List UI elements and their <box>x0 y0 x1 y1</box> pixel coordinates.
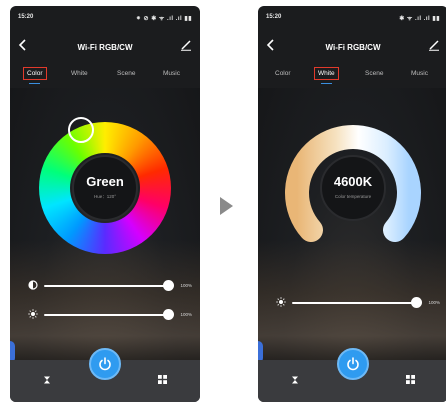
hue-value: Hue：120° <box>93 194 117 199</box>
tab-color[interactable]: Color <box>272 68 294 79</box>
color-picker-handle[interactable] <box>68 117 94 143</box>
sun-icon <box>28 309 38 319</box>
status-icons: ⁕ ⊘ ✱ ᯤ .ıl .ıl ▮▮ <box>135 16 192 22</box>
power-button[interactable] <box>337 348 369 380</box>
brightness-percent: 100% <box>428 300 440 305</box>
sun-icon <box>276 297 286 307</box>
tab-label: Color <box>27 70 43 77</box>
tab-label: Scene <box>365 70 384 77</box>
pencil-icon[interactable] <box>180 39 192 51</box>
slider-track <box>44 285 168 287</box>
page-title: Wi-Fi RGB/CW <box>325 43 381 52</box>
tab-label: Scene <box>117 70 136 77</box>
slider-track <box>292 302 416 304</box>
tab-scene[interactable]: Scene <box>114 68 138 79</box>
status-icons: ✱ ᯤ .ıl .ıl ▮▮ <box>399 16 440 22</box>
power-icon <box>347 357 359 371</box>
room-background <box>10 240 200 360</box>
tab-bar: Color White Scene Music <box>10 64 200 88</box>
tab-underline <box>29 82 41 84</box>
color-name: Green <box>86 174 124 189</box>
saturation-percent: 100% <box>180 312 192 317</box>
slider-knob[interactable] <box>410 297 422 308</box>
half-circle-icon <box>28 280 38 290</box>
tab-music[interactable]: Music <box>160 68 183 79</box>
tab-label: White <box>71 70 88 77</box>
phone-white-screen: 15:20 ✱ ᯤ .ıl .ıl ▮▮ Wi-Fi RGB/CW Color … <box>258 6 446 402</box>
brightness-slider[interactable]: 100% <box>28 279 192 293</box>
temperature-readout: 4600K Color temperature <box>320 155 386 221</box>
grid-icon[interactable] <box>406 375 415 384</box>
grid-icon[interactable] <box>158 375 167 384</box>
status-time: 15:20 <box>266 14 282 20</box>
tab-color[interactable]: Color <box>23 67 47 84</box>
brightness-percent: 100% <box>180 283 192 288</box>
status-bar: 15:20 ✱ ᯤ .ıl .ıl ▮▮ <box>258 6 446 28</box>
brightness-slider[interactable]: 100% <box>276 296 440 310</box>
slider-track <box>44 314 168 316</box>
color-readout: Green Hue：120° <box>72 155 138 221</box>
tab-underline <box>320 82 332 84</box>
power-icon <box>99 357 111 371</box>
status-time: 15:20 <box>18 14 34 20</box>
tab-bar: Color White Scene Music <box>258 64 446 88</box>
triangle-arrow-icon <box>220 197 233 215</box>
tab-label: Music <box>163 70 180 77</box>
pencil-icon[interactable] <box>428 39 440 51</box>
hourglass-icon[interactable] <box>43 376 51 384</box>
tab-white[interactable]: White <box>68 68 91 79</box>
tab-label: White <box>318 70 335 77</box>
tab-music[interactable]: Music <box>408 68 431 79</box>
page-title: Wi-Fi RGB/CW <box>77 43 133 52</box>
power-button[interactable] <box>89 348 121 380</box>
temperature-value: 4600K <box>333 174 373 189</box>
slider-knob[interactable] <box>162 280 174 291</box>
tab-white[interactable]: White <box>314 67 339 84</box>
temperature-caption: Color temperature <box>334 194 372 199</box>
phone-color-screen: 15:20 ⁕ ⊘ ✱ ᯤ .ıl .ıl ▮▮ Wi-Fi RGB/CW Co… <box>10 6 200 402</box>
saturation-slider[interactable]: 100% <box>28 308 192 322</box>
tab-label: Music <box>411 70 428 77</box>
slider-knob[interactable] <box>162 309 174 320</box>
title-bar: Wi-Fi RGB/CW <box>258 28 446 64</box>
title-bar: Wi-Fi RGB/CW <box>10 28 200 64</box>
tab-scene[interactable]: Scene <box>362 68 386 79</box>
hourglass-icon[interactable] <box>291 376 299 384</box>
tab-label: Color <box>275 70 291 77</box>
status-bar: 15:20 ⁕ ⊘ ✱ ᯤ .ıl .ıl ▮▮ <box>10 6 200 28</box>
